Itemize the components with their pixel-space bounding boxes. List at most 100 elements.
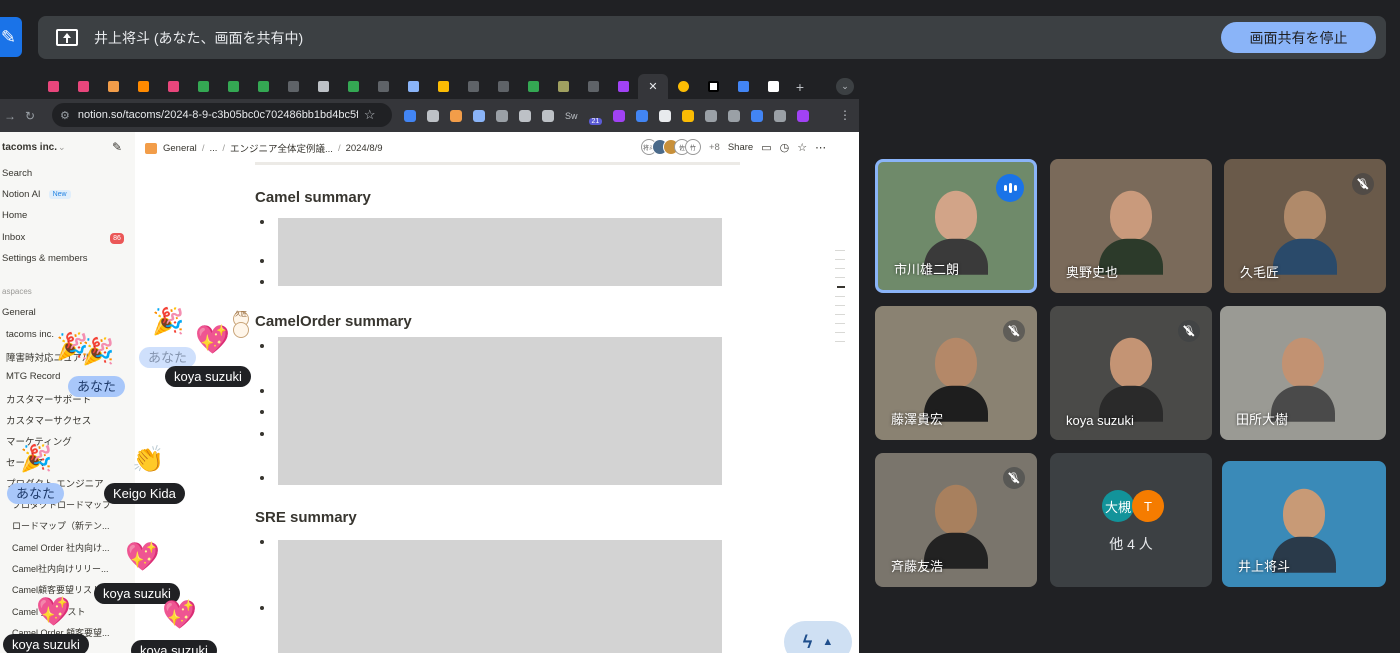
sidebar-page-item[interactable]: Camel顧客要望リスト [12, 583, 101, 596]
sidebar-item-notion-ai[interactable]: Notion AI New [2, 189, 71, 200]
heart-icon: 💖 [195, 324, 230, 355]
new-page-icon[interactable]: ✎ [112, 140, 122, 154]
browser-tab[interactable] [668, 74, 698, 99]
reload-icon[interactable]: ↻ [20, 109, 40, 123]
tab-search-icon[interactable]: ⌄ [836, 78, 854, 95]
favorite-star-icon[interactable]: ☆ [797, 141, 807, 154]
extension-icon[interactable] [774, 109, 787, 122]
browser-tab[interactable] [128, 74, 158, 99]
reaction-name: koya suzuki [3, 634, 89, 653]
browser-tab[interactable] [398, 74, 428, 99]
embedded-block-placeholder[interactable] [278, 337, 722, 485]
favicon-icon [347, 81, 359, 92]
sidebar-item-general[interactable]: General [2, 307, 36, 318]
participant-tile[interactable]: 🎙 koya suzuki [1050, 306, 1212, 440]
participant-tile[interactable]: 市川雄二朗 [875, 159, 1037, 293]
meet-app-badge[interactable]: ✎ [0, 17, 22, 57]
heading-camelorder-summary[interactable]: CamelOrder summary [255, 313, 412, 330]
sidebar-page-item[interactable]: Camel Order 社内向け... [12, 541, 110, 554]
more-options-icon[interactable]: ⋯ [815, 141, 826, 154]
browser-tab[interactable] [548, 74, 578, 99]
stop-sharing-button[interactable]: 画面共有を停止 [1221, 22, 1376, 53]
participant-tile[interactable]: 🎙 藤澤貴宏 [875, 306, 1037, 440]
extension-icon[interactable] [427, 109, 439, 122]
extension-icon[interactable] [404, 109, 416, 122]
browser-tab[interactable] [308, 74, 338, 99]
browser-tab[interactable] [158, 74, 188, 99]
breadcrumb-item[interactable]: ... [209, 143, 217, 154]
share-button[interactable]: Share [728, 142, 753, 153]
breadcrumb-item[interactable]: 2024/8/9 [346, 143, 383, 154]
browser-tab[interactable] [518, 74, 548, 99]
browser-tab[interactable] [248, 74, 278, 99]
sidebar-item-settings[interactable]: Settings & members [2, 253, 88, 264]
browser-tab[interactable] [428, 74, 458, 99]
bookmark-star-icon[interactable]: ☆ [364, 107, 376, 123]
chevron-down-icon[interactable]: ⌄ [58, 142, 66, 153]
sidebar-page-item[interactable]: カスタマーサクセス [6, 413, 91, 427]
browser-tab[interactable] [218, 74, 248, 99]
browser-tab[interactable] [278, 74, 308, 99]
extension-icon[interactable] [496, 109, 508, 122]
browser-tab[interactable] [608, 74, 638, 99]
active-tab[interactable]: ✕ [638, 74, 668, 99]
browser-tab[interactable] [758, 74, 788, 99]
extension-icon[interactable] [613, 109, 626, 122]
browser-tab[interactable] [488, 74, 518, 99]
participant-tile[interactable]: 🎙 久毛匠 [1224, 159, 1386, 293]
browser-tab[interactable] [458, 74, 488, 99]
ext-sw-label[interactable]: Sw [565, 111, 578, 121]
workspace-name[interactable]: tacoms inc. [2, 142, 57, 153]
extensions-row: Sw 21 [404, 99, 810, 132]
embedded-block-placeholder[interactable] [278, 540, 722, 653]
address-bar[interactable]: ⚙ notion.so/tacoms/2024-8-9-c3b05bc0c702… [52, 103, 392, 127]
participant-tile[interactable]: 🎙 斉藤友浩 [875, 453, 1037, 587]
site-info-icon[interactable]: ⚙ [60, 109, 70, 122]
viewer-avatars[interactable]: 将斗 佐 竹 [641, 139, 701, 155]
heading-camel-summary[interactable]: Camel summary [255, 189, 371, 206]
heading-sre-summary[interactable]: SRE summary [255, 509, 357, 526]
sidebar-item-inbox[interactable]: Inbox [2, 232, 25, 243]
participant-tile[interactable]: 井上将斗 [1222, 461, 1386, 587]
other-participants-tile[interactable]: 大槻 T 他 4 人 [1050, 453, 1212, 587]
extension-icon[interactable] [519, 109, 531, 122]
breadcrumb-item[interactable]: General [163, 143, 197, 154]
sidebar-page-item[interactable]: ロードマップ（新テン... [12, 519, 110, 532]
browser-tab[interactable] [728, 74, 758, 99]
extension-icon[interactable] [751, 109, 764, 122]
participant-tile[interactable]: 田所大樹 [1220, 306, 1386, 440]
breadcrumb-item[interactable]: エンジニア全体定例議... [230, 141, 333, 155]
embedded-block-placeholder[interactable] [278, 218, 722, 286]
participant-tile[interactable]: 奥野史也 [1050, 159, 1212, 293]
extension-icon[interactable] [473, 109, 485, 122]
browser-tab[interactable] [188, 74, 218, 99]
browser-tab[interactable] [368, 74, 398, 99]
sidebar-page-item[interactable]: tacoms inc. [6, 329, 54, 340]
forward-icon[interactable]: → [0, 109, 20, 123]
extension-icon[interactable] [450, 109, 462, 122]
browser-tab[interactable] [698, 74, 728, 99]
browser-tab[interactable] [578, 74, 608, 99]
browser-menu-icon[interactable]: ⋮ [839, 108, 851, 122]
browser-tab[interactable] [38, 74, 68, 99]
browser-tab[interactable] [68, 74, 98, 99]
browser-tab[interactable] [338, 74, 368, 99]
sidebar-item-search[interactable]: Search [2, 168, 32, 179]
extension-icon[interactable] [659, 109, 672, 122]
extension-icon[interactable] [542, 109, 554, 122]
comment-icon[interactable]: ▭ [761, 141, 771, 154]
extension-icon[interactable] [797, 109, 810, 122]
extension-icon[interactable] [705, 109, 718, 122]
extension-icon[interactable] [682, 109, 695, 122]
browser-tab[interactable] [98, 74, 128, 99]
history-clock-icon[interactable]: ◷ [780, 141, 790, 154]
extension-icon[interactable] [728, 109, 741, 122]
sidebar-page-item[interactable]: MTG Record [6, 371, 60, 382]
notion-ai-button[interactable]: ϟ ▲ [784, 621, 852, 653]
new-tab-icon[interactable]: + [788, 79, 812, 95]
table-of-contents-minimap[interactable] [835, 250, 845, 350]
close-icon[interactable]: ✕ [648, 80, 657, 93]
sidebar-item-home[interactable]: Home [2, 210, 27, 221]
extension-icon[interactable] [636, 109, 649, 122]
sidebar-page-item[interactable]: Camel社内向けリリー... [12, 562, 109, 575]
